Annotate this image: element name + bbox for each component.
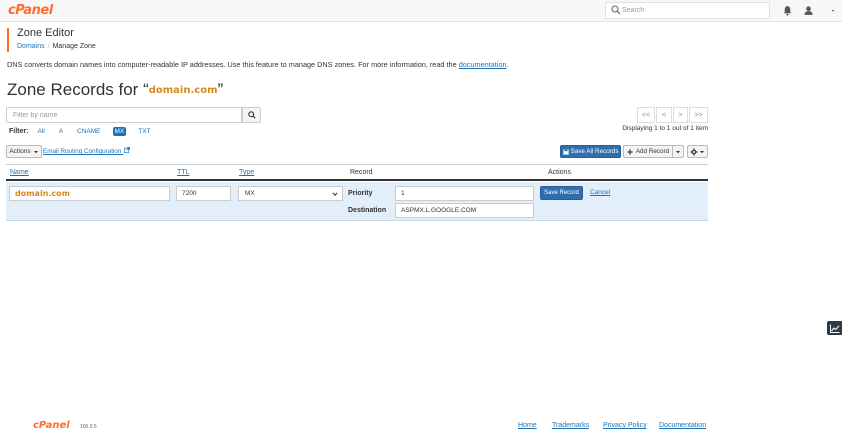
search-icon	[611, 5, 621, 15]
documentation-link[interactable]: documentation	[459, 60, 507, 69]
caret-down-icon	[700, 150, 704, 153]
save-all-records-button[interactable]: Save All Records	[560, 145, 621, 158]
email-routing-label: Email Routing Configuration	[43, 148, 122, 155]
column-record: Record	[350, 169, 373, 176]
actions-label: Actions	[9, 148, 31, 155]
save-all-label: Save All Records	[570, 148, 619, 155]
external-link-icon	[124, 147, 131, 153]
gear-icon	[690, 147, 698, 156]
footer-link-privacy-policy[interactable]: Privacy Policy	[603, 422, 647, 429]
top-bar: cPanel	[0, 0, 842, 22]
cancel-button[interactable]: Cancel	[590, 189, 610, 196]
filter-a[interactable]: A	[57, 127, 65, 136]
user-icon[interactable]	[803, 5, 814, 16]
ttl-input[interactable]	[176, 186, 231, 201]
stats-panel-toggle[interactable]	[827, 321, 842, 335]
filter-mx[interactable]: MX	[112, 126, 127, 136]
record-type-filter: Filter: All A CNAME MX TXT	[9, 126, 163, 136]
priority-input[interactable]	[395, 186, 534, 201]
plus-icon	[627, 148, 633, 155]
filter-by-name-input[interactable]	[6, 107, 242, 123]
settings-dropdown[interactable]	[687, 145, 708, 158]
caret-down-icon[interactable]	[829, 5, 837, 16]
title-block: Zone Editor Domains / Manage Zone	[7, 28, 96, 52]
record-name-input[interactable]	[9, 186, 170, 201]
pagination-status: Displaying 1 to 1 out of 1 item	[622, 125, 708, 132]
heading-domain: domain.com	[148, 85, 218, 97]
bell-icon[interactable]	[782, 5, 793, 16]
filter-search-button[interactable]	[242, 107, 261, 123]
next-page-button[interactable]: >	[673, 107, 688, 123]
records-table-header: Name TTL Type Record Actions	[6, 164, 708, 181]
column-actions: Actions	[548, 169, 571, 176]
record-type-value: MX	[245, 190, 255, 197]
breadcrumb: Domains / Manage Zone	[17, 42, 96, 51]
table-row: MX Priority Destination Save Record Canc…	[6, 182, 708, 221]
search-box[interactable]	[605, 2, 770, 19]
priority-label: Priority	[348, 190, 373, 197]
destination-label: Destination	[348, 207, 387, 214]
column-type[interactable]: Type	[239, 169, 254, 176]
search-input[interactable]	[622, 4, 762, 17]
column-name[interactable]: Name	[10, 169, 29, 176]
first-page-button[interactable]: <<	[637, 107, 655, 123]
save-record-button[interactable]: Save Record	[540, 186, 583, 200]
description-text: DNS converts domain names into computer-…	[7, 60, 457, 69]
breadcrumb-separator: /	[47, 43, 50, 50]
last-page-button[interactable]: >>	[689, 107, 708, 123]
filter-cname[interactable]: CNAME	[75, 127, 102, 136]
save-icon	[562, 148, 569, 155]
breadcrumb-domains-link[interactable]: Domains	[17, 43, 45, 50]
footer-link-documentation[interactable]: Documentation	[659, 422, 706, 429]
filter-txt[interactable]: TXT	[136, 127, 152, 136]
page-title: Zone Editor	[17, 27, 74, 39]
cpanel-logo[interactable]: cPanel	[8, 3, 53, 18]
filter-all[interactable]: All	[35, 127, 46, 136]
add-record-label: Add Record	[635, 148, 670, 155]
footer-link-home[interactable]: Home	[518, 422, 537, 429]
add-record-dropdown-toggle[interactable]	[673, 145, 684, 158]
prev-page-button[interactable]: <	[656, 107, 672, 123]
column-ttl[interactable]: TTL	[177, 169, 189, 176]
caret-down-icon	[33, 150, 38, 153]
caret-down-icon	[676, 150, 680, 153]
actions-dropdown[interactable]: Actions	[6, 145, 42, 158]
footer-cpanel-logo[interactable]: cPanel	[33, 420, 70, 431]
breadcrumb-current: Manage Zone	[52, 43, 96, 50]
add-record-button[interactable]: Add Record	[623, 145, 673, 158]
heading-prefix: Zone Records for	[7, 80, 144, 99]
chevron-down-icon	[332, 192, 338, 196]
footer-link-trademarks[interactable]: Trademarks	[552, 422, 589, 429]
heading-close-quote: ”	[217, 80, 224, 99]
record-type-select[interactable]: MX	[238, 186, 343, 201]
page-description: DNS converts domain names into computer-…	[7, 60, 509, 69]
search-icon	[247, 111, 256, 119]
destination-input[interactable]	[395, 203, 534, 218]
chart-line-icon	[829, 324, 839, 333]
filter-label: Filter:	[9, 127, 29, 135]
email-routing-link[interactable]: Email Routing Configuration	[43, 147, 131, 155]
description-end: .	[506, 60, 509, 69]
footer-version: 100.0.5	[80, 424, 97, 430]
zone-records-heading: Zone Records for “domain.com”	[7, 80, 223, 100]
